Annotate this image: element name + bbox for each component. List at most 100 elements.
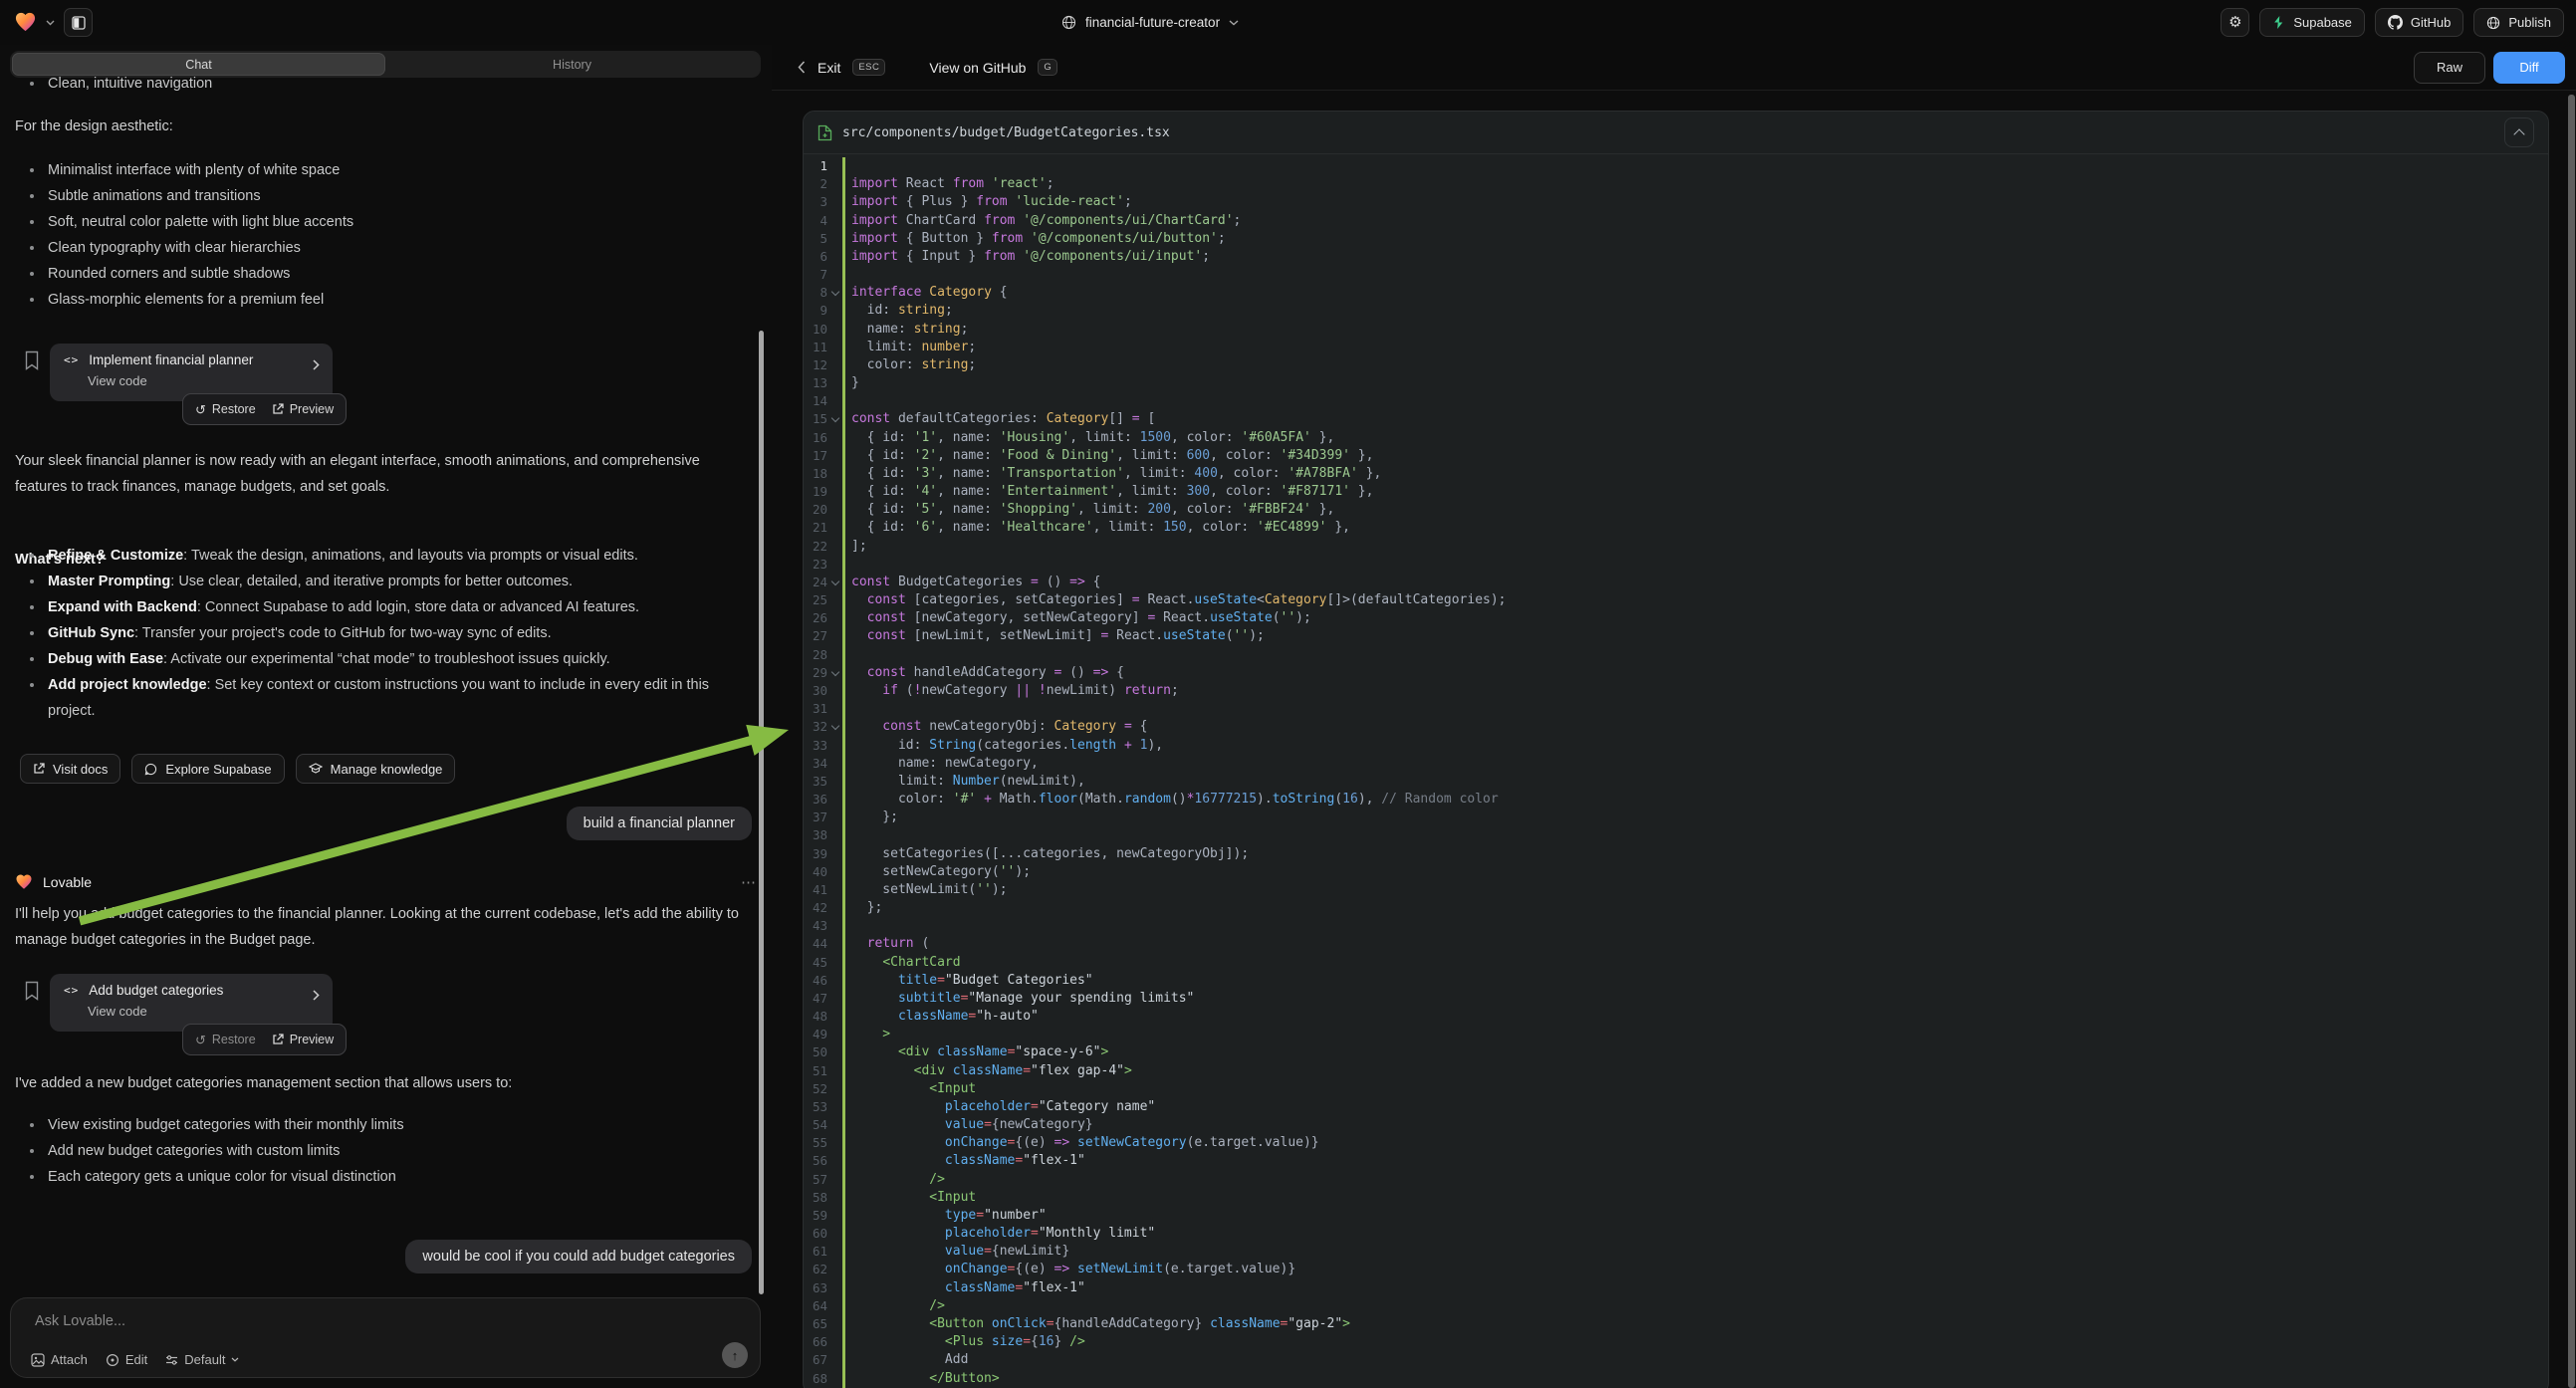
- fold-marker[interactable]: [827, 1351, 842, 1369]
- bookmark-icon[interactable]: [24, 350, 40, 370]
- fold-marker[interactable]: [827, 574, 842, 591]
- publish-button[interactable]: Publish: [2473, 8, 2564, 37]
- mode-selector[interactable]: Default: [165, 1352, 239, 1367]
- fold-marker[interactable]: [827, 284, 842, 302]
- chevron-left-icon[interactable]: [798, 61, 806, 74]
- fold-marker[interactable]: [827, 1043, 842, 1061]
- lovable-logo-icon[interactable]: [14, 11, 37, 34]
- fold-marker[interactable]: [827, 266, 842, 284]
- chat-scrollbar[interactable]: [759, 331, 764, 1294]
- fold-marker[interactable]: [827, 954, 842, 972]
- fold-marker[interactable]: [827, 700, 842, 718]
- manage-knowledge-button[interactable]: Manage knowledge: [296, 754, 456, 784]
- fold-marker[interactable]: [827, 501, 842, 519]
- fold-marker[interactable]: [827, 826, 842, 844]
- fold-marker[interactable]: [827, 1333, 842, 1351]
- fold-marker[interactable]: [827, 429, 842, 447]
- fold-marker[interactable]: [827, 1370, 842, 1388]
- fold-marker[interactable]: [827, 1261, 842, 1278]
- fold-marker[interactable]: [827, 302, 842, 320]
- fold-marker[interactable]: [827, 881, 842, 899]
- preview-button[interactable]: Preview: [272, 402, 334, 416]
- fold-marker[interactable]: [827, 1225, 842, 1243]
- fold-marker[interactable]: [827, 664, 842, 682]
- fold-marker[interactable]: [827, 917, 842, 935]
- fold-marker[interactable]: [827, 1243, 842, 1261]
- chevron-down-icon[interactable]: [46, 20, 55, 26]
- fold-marker[interactable]: [827, 627, 842, 645]
- fold-marker[interactable]: [827, 591, 842, 609]
- fold-marker[interactable]: [827, 556, 842, 574]
- restore-button[interactable]: ↺Restore: [195, 1033, 256, 1046]
- bookmark-icon[interactable]: [24, 981, 40, 1001]
- preview-button[interactable]: Preview: [272, 1033, 334, 1046]
- more-menu-icon[interactable]: ⋯: [741, 873, 757, 891]
- view-on-github-button[interactable]: View on GitHub: [929, 60, 1026, 76]
- fold-marker[interactable]: [827, 374, 842, 392]
- fold-marker[interactable]: [827, 321, 842, 339]
- fold-marker[interactable]: [827, 1008, 842, 1026]
- fold-marker[interactable]: [827, 1116, 842, 1134]
- fold-marker[interactable]: [827, 646, 842, 664]
- fold-marker[interactable]: [827, 990, 842, 1008]
- fold-marker[interactable]: [827, 935, 842, 953]
- fold-marker[interactable]: [827, 791, 842, 809]
- fold-marker[interactable]: [827, 538, 842, 556]
- settings-button[interactable]: ⚙: [2221, 8, 2249, 37]
- fold-marker[interactable]: [827, 1098, 842, 1116]
- fold-marker[interactable]: [827, 157, 842, 175]
- fold-marker[interactable]: [827, 863, 842, 881]
- project-menu[interactable]: financial-future-creator: [1061, 0, 1239, 45]
- fold-marker[interactable]: [827, 465, 842, 483]
- attach-button[interactable]: Attach: [31, 1352, 88, 1367]
- fold-marker[interactable]: [827, 447, 842, 465]
- file-path-bar[interactable]: src/components/budget/BudgetCategories.t…: [804, 112, 2548, 154]
- exit-button[interactable]: Exit: [818, 60, 840, 76]
- visit-docs-button[interactable]: Visit docs: [20, 754, 120, 784]
- fold-marker[interactable]: [827, 1189, 842, 1207]
- fold-marker[interactable]: [827, 1297, 842, 1315]
- fold-marker[interactable]: [827, 972, 842, 990]
- diff-button[interactable]: Diff: [2493, 52, 2565, 84]
- view-code-link[interactable]: View code: [88, 1004, 319, 1019]
- fold-marker[interactable]: [827, 175, 842, 193]
- fold-marker[interactable]: [827, 212, 842, 230]
- fold-marker[interactable]: [827, 392, 842, 410]
- fold-marker[interactable]: [827, 737, 842, 755]
- fold-marker[interactable]: [827, 230, 842, 248]
- fold-marker[interactable]: [827, 609, 842, 627]
- fold-marker[interactable]: [827, 682, 842, 700]
- fold-marker[interactable]: [827, 1279, 842, 1297]
- fold-marker[interactable]: [827, 845, 842, 863]
- explore-supabase-button[interactable]: Explore Supabase: [131, 754, 284, 784]
- fold-marker[interactable]: [827, 1315, 842, 1333]
- fold-marker[interactable]: [827, 1134, 842, 1152]
- fold-marker[interactable]: [827, 1207, 842, 1225]
- fold-marker[interactable]: [827, 248, 842, 266]
- fold-marker[interactable]: [827, 410, 842, 428]
- fold-marker[interactable]: [827, 1080, 842, 1098]
- fold-marker[interactable]: [827, 809, 842, 826]
- fold-marker[interactable]: [827, 339, 842, 356]
- fold-marker[interactable]: [827, 1171, 842, 1189]
- sidebar-toggle-button[interactable]: [64, 8, 93, 37]
- fold-marker[interactable]: [827, 193, 842, 211]
- fold-marker[interactable]: [827, 755, 842, 773]
- fold-marker[interactable]: [827, 483, 842, 501]
- fold-marker[interactable]: [827, 1152, 842, 1170]
- fold-marker[interactable]: [827, 718, 842, 736]
- view-code-link[interactable]: View code: [88, 373, 319, 388]
- supabase-button[interactable]: Supabase: [2259, 8, 2365, 37]
- fold-marker[interactable]: [827, 899, 842, 917]
- fold-marker[interactable]: [827, 1026, 842, 1043]
- edit-button[interactable]: Edit: [106, 1352, 147, 1367]
- chat-input[interactable]: [33, 1312, 674, 1330]
- window-scrollbar[interactable]: [2568, 95, 2575, 1388]
- restore-button[interactable]: ↺Restore: [195, 402, 256, 416]
- fold-marker[interactable]: [827, 519, 842, 537]
- fold-marker[interactable]: [827, 356, 842, 374]
- collapse-button[interactable]: [2504, 117, 2534, 147]
- fold-marker[interactable]: [827, 1062, 842, 1080]
- send-button[interactable]: ↑: [722, 1342, 748, 1368]
- github-button[interactable]: GitHub: [2375, 8, 2463, 37]
